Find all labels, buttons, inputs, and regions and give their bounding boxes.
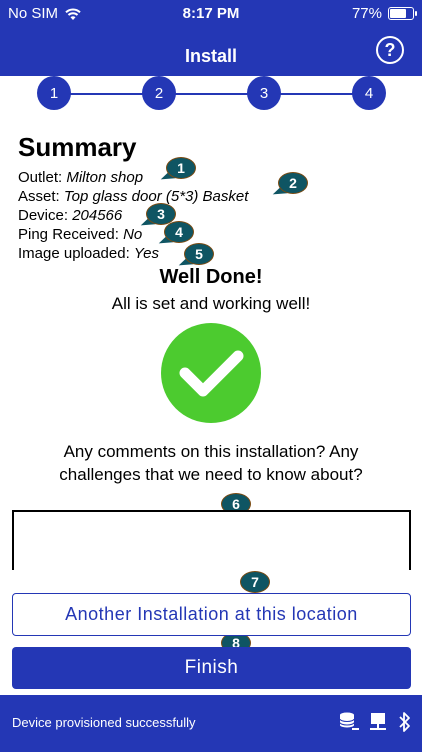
step-4[interactable]: 4 (352, 76, 386, 110)
status-bar: No SIM 8:17 PM 77% (0, 0, 422, 32)
annotation-marker-7: 7 (240, 571, 270, 595)
summary-row-ping: Ping Received: No (18, 226, 142, 243)
database-icon (339, 712, 359, 730)
another-installation-label: Another Installation at this location (65, 604, 358, 624)
battery-percent: 77% (351, 5, 382, 22)
outlet-value: Milton shop (66, 169, 144, 186)
device-network-icon (370, 713, 386, 730)
step-3[interactable]: 3 (247, 76, 281, 110)
annotation-marker-4: 4 (156, 221, 194, 248)
summary-row-outlet: Outlet: Milton shop (18, 169, 143, 186)
image-value: Yes (133, 245, 159, 262)
battery-icon (388, 7, 417, 20)
outlet-label: Outlet: (18, 169, 67, 186)
device-label: Device: (18, 207, 73, 224)
status-footer: Device provisioned successfully (0, 695, 422, 752)
comments-textarea[interactable] (12, 510, 411, 570)
summary-row-device: Device: 204566 (18, 207, 122, 224)
battery-fill (390, 9, 406, 18)
summary-row-image: Image uploaded: Yes (18, 245, 159, 262)
comments-question-line-1: Any comments on this installation? Any (63, 442, 359, 461)
asset-label: Asset: (18, 188, 64, 205)
nav-bar: Install ? (0, 32, 422, 76)
step-1[interactable]: 1 (37, 76, 71, 110)
success-check-icon (161, 323, 261, 423)
footer-icons (338, 711, 412, 733)
success-heading: Well Done! (159, 266, 263, 288)
ping-label: Ping Received: (18, 226, 124, 243)
battery-group: 77% (351, 5, 417, 22)
summary-title: Summary (18, 132, 137, 162)
comments-question-line-2: challenges that we need to know about? (59, 465, 363, 484)
page-title: Install (184, 46, 237, 66)
bluetooth-icon (399, 712, 410, 732)
footer-message: Device provisioned successfully (12, 715, 196, 730)
annotation-marker-5: 5 (176, 243, 214, 270)
stepper-line (54, 93, 368, 95)
help-symbol: ? (384, 39, 396, 60)
finish-button[interactable]: Finish (12, 647, 411, 689)
another-installation-button[interactable]: Another Installation at this location (12, 593, 411, 636)
help-icon[interactable]: ? (376, 36, 404, 64)
finish-label: Finish (184, 657, 239, 678)
annotation-marker-1: 1 (158, 157, 196, 184)
progress-stepper: 1 2 3 4 (0, 76, 422, 112)
ping-value: No (123, 226, 143, 243)
device-value: 204566 (72, 207, 123, 224)
comments-question: Any comments on this installation? Any c… (20, 440, 402, 486)
image-label: Image uploaded: (18, 245, 134, 262)
success-subtext: All is set and working well! (111, 294, 311, 313)
summary-row-asset: Asset: Top glass door (5*3) Basket (18, 188, 248, 205)
step-2[interactable]: 2 (142, 76, 176, 110)
annotation-marker-2: 2 (270, 172, 308, 199)
